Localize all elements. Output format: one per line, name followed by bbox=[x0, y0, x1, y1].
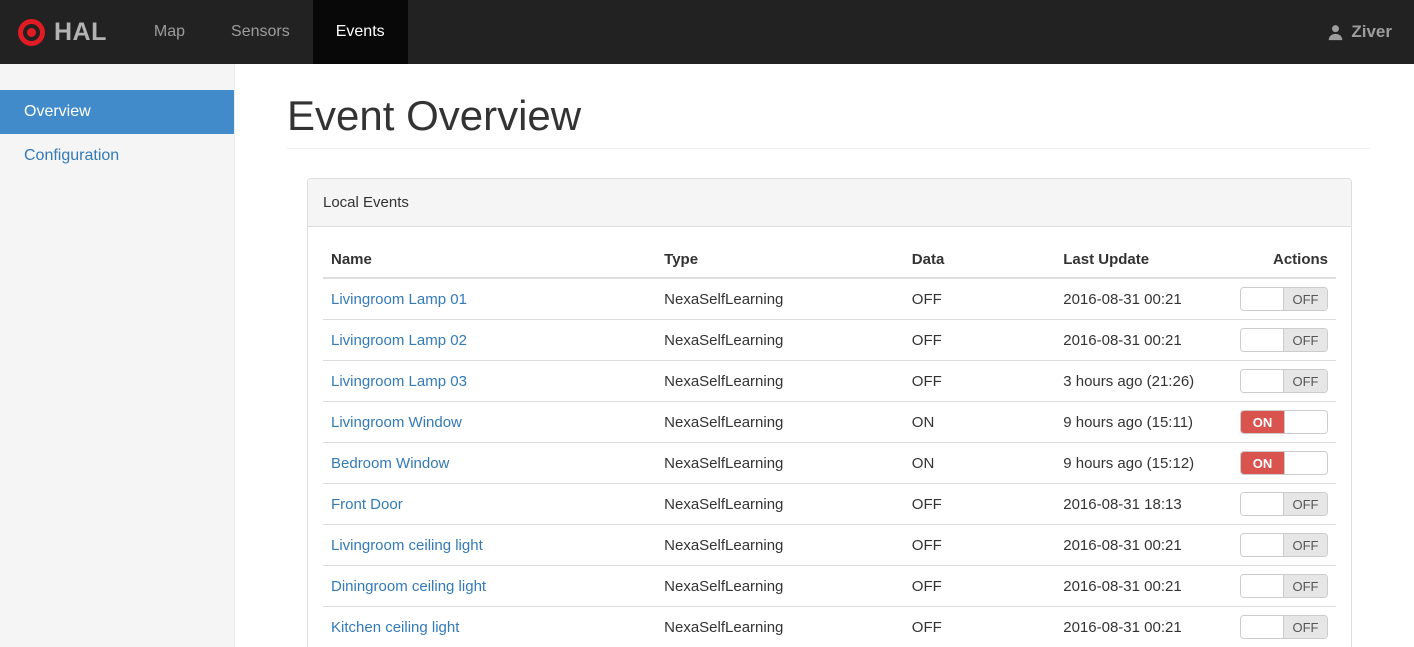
device-name-link[interactable]: Livingroom ceiling light bbox=[331, 537, 483, 554]
device-data: OFF bbox=[903, 606, 1056, 647]
device-last-update: 9 hours ago (15:11) bbox=[1055, 401, 1232, 443]
power-toggle[interactable]: ON bbox=[1240, 410, 1328, 435]
device-type: NexaSelfLearning bbox=[656, 401, 904, 443]
table-row: Livingroom Lamp 02 NexaSelfLearning OFF … bbox=[323, 319, 1336, 361]
device-type: NexaSelfLearning bbox=[656, 360, 904, 402]
device-last-update: 3 hours ago (21:26) bbox=[1055, 360, 1232, 402]
power-toggle[interactable]: OFF bbox=[1240, 287, 1328, 312]
toggle-handle bbox=[1241, 370, 1284, 393]
table-row: Livingroom ceiling light NexaSelfLearnin… bbox=[323, 524, 1336, 566]
power-toggle[interactable]: OFF bbox=[1240, 369, 1328, 394]
table-row: Bedroom Window NexaSelfLearning ON 9 hou… bbox=[323, 442, 1336, 484]
device-data: OFF bbox=[903, 483, 1056, 525]
table-row: Livingroom Lamp 01 NexaSelfLearning OFF … bbox=[323, 277, 1336, 320]
table-row: Livingroom Lamp 03 NexaSelfLearning OFF … bbox=[323, 360, 1336, 402]
toggle-state-label: OFF bbox=[1284, 329, 1327, 352]
toggle-handle bbox=[1284, 411, 1327, 434]
toggle-state-label: OFF bbox=[1284, 534, 1327, 557]
column-header-data[interactable]: Data bbox=[903, 242, 1056, 280]
device-name-link[interactable]: Front Door bbox=[331, 496, 403, 513]
sidebar-item-configuration[interactable]: Configuration bbox=[0, 134, 234, 178]
device-last-update: 2016-08-31 00:21 bbox=[1055, 565, 1232, 607]
device-type: NexaSelfLearning bbox=[656, 442, 904, 484]
user-icon bbox=[1329, 24, 1343, 40]
device-type: NexaSelfLearning bbox=[656, 606, 904, 647]
device-data: OFF bbox=[903, 360, 1056, 402]
device-data: OFF bbox=[903, 565, 1056, 607]
device-data: OFF bbox=[903, 524, 1056, 566]
device-name-link[interactable]: Livingroom Window bbox=[331, 414, 462, 431]
device-last-update: 2016-08-31 00:21 bbox=[1055, 319, 1232, 361]
device-type: NexaSelfLearning bbox=[656, 483, 904, 525]
power-toggle[interactable]: OFF bbox=[1240, 492, 1328, 517]
device-name-link[interactable]: Livingroom Lamp 02 bbox=[331, 332, 467, 349]
device-data: ON bbox=[903, 442, 1056, 484]
table-row: Kitchen ceiling light NexaSelfLearning O… bbox=[323, 606, 1336, 647]
power-toggle[interactable]: OFF bbox=[1240, 533, 1328, 558]
panel-title: Local Events bbox=[308, 179, 1351, 228]
column-header-actions: Actions bbox=[1231, 242, 1336, 280]
toggle-handle bbox=[1241, 575, 1284, 598]
device-type: NexaSelfLearning bbox=[656, 277, 904, 320]
table-row: Livingroom Window NexaSelfLearning ON 9 … bbox=[323, 401, 1336, 443]
toggle-state-label: OFF bbox=[1284, 370, 1327, 393]
toggle-handle bbox=[1241, 288, 1284, 311]
brand[interactable]: HAL bbox=[0, 0, 131, 64]
power-toggle[interactable]: OFF bbox=[1240, 574, 1328, 599]
device-last-update: 2016-08-31 18:13 bbox=[1055, 483, 1232, 525]
device-name-link[interactable]: Kitchen ceiling light bbox=[331, 619, 459, 636]
device-name-link[interactable]: Livingroom Lamp 03 bbox=[331, 373, 467, 390]
user-name: Ziver bbox=[1351, 22, 1392, 41]
toggle-handle bbox=[1241, 493, 1284, 516]
column-header-type[interactable]: Type bbox=[656, 242, 904, 280]
sidebar: Overview Configuration bbox=[0, 64, 235, 647]
device-data: OFF bbox=[903, 319, 1056, 361]
toggle-handle bbox=[1241, 616, 1284, 639]
device-last-update: 2016-08-31 00:21 bbox=[1055, 277, 1232, 320]
sidebar-item-overview[interactable]: Overview bbox=[0, 90, 234, 134]
nav-item-map[interactable]: Map bbox=[131, 0, 208, 64]
device-last-update: 2016-08-31 00:21 bbox=[1055, 524, 1232, 566]
device-type: NexaSelfLearning bbox=[656, 565, 904, 607]
toggle-state-label: ON bbox=[1241, 452, 1284, 475]
power-toggle[interactable]: ON bbox=[1240, 451, 1328, 476]
device-type: NexaSelfLearning bbox=[656, 319, 904, 361]
nav-item-events[interactable]: Events bbox=[312, 0, 408, 64]
page-title: Event Overview bbox=[287, 93, 1370, 150]
toggle-state-label: OFF bbox=[1284, 288, 1327, 311]
device-name-link[interactable]: Diningroom ceiling light bbox=[331, 578, 486, 595]
power-toggle[interactable]: OFF bbox=[1240, 328, 1328, 353]
events-table-body: Livingroom Lamp 01 NexaSelfLearning OFF … bbox=[323, 277, 1336, 647]
column-header-last-update[interactable]: Last Update bbox=[1055, 242, 1232, 280]
device-last-update: 2016-08-31 00:21 bbox=[1055, 606, 1232, 647]
toggle-state-label: OFF bbox=[1284, 616, 1327, 639]
top-navbar: HAL Map Sensors Events Ziver bbox=[0, 0, 1414, 64]
power-toggle[interactable]: OFF bbox=[1240, 615, 1328, 640]
device-data: ON bbox=[903, 401, 1056, 443]
main-nav: Map Sensors Events bbox=[131, 0, 408, 64]
brand-label: HAL bbox=[54, 17, 107, 46]
column-header-name[interactable]: Name bbox=[323, 242, 657, 280]
hal-bullseye-logo-icon bbox=[18, 18, 45, 46]
toggle-state-label: OFF bbox=[1284, 575, 1327, 598]
table-row: Front Door NexaSelfLearning OFF 2016-08-… bbox=[323, 483, 1336, 525]
table-header-row: Name Type Data Last Update Actions bbox=[323, 242, 1336, 280]
user-menu[interactable]: Ziver bbox=[1327, 0, 1414, 64]
toggle-state-label: ON bbox=[1241, 411, 1284, 434]
device-data: OFF bbox=[903, 277, 1056, 320]
local-events-panel: Local Events Name Type Data Last Update … bbox=[307, 178, 1352, 647]
main-content: Event Overview Local Events Name Type Da… bbox=[235, 64, 1414, 647]
device-name-link[interactable]: Livingroom Lamp 01 bbox=[331, 291, 467, 308]
nav-item-sensors[interactable]: Sensors bbox=[208, 0, 313, 64]
device-type: NexaSelfLearning bbox=[656, 524, 904, 566]
toggle-handle bbox=[1284, 452, 1327, 475]
device-last-update: 9 hours ago (15:12) bbox=[1055, 442, 1232, 484]
events-table: Name Type Data Last Update Actions Livin… bbox=[323, 242, 1336, 647]
toggle-handle bbox=[1241, 329, 1284, 352]
toggle-state-label: OFF bbox=[1284, 493, 1327, 516]
toggle-handle bbox=[1241, 534, 1284, 557]
device-name-link[interactable]: Bedroom Window bbox=[331, 455, 449, 472]
table-row: Diningroom ceiling light NexaSelfLearnin… bbox=[323, 565, 1336, 607]
